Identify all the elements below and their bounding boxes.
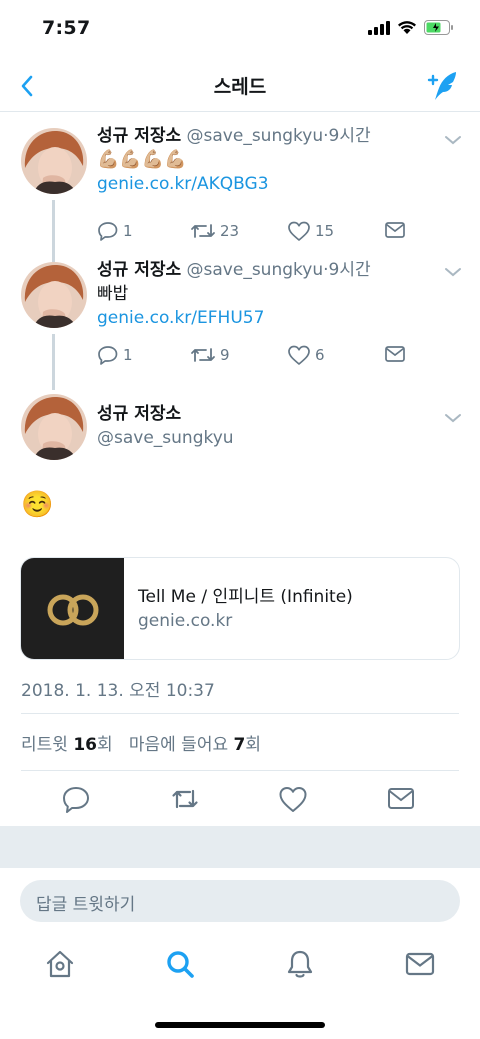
card-title: Tell Me / 인피니트 (Infinite): [138, 587, 353, 607]
reply-count: 1: [123, 222, 133, 240]
messages-icon[interactable]: [404, 948, 436, 980]
signal-icon: [368, 20, 390, 35]
card-thumbnail: [21, 558, 124, 659]
avatar[interactable]: [21, 262, 87, 328]
tweet-time: 9시간: [328, 126, 371, 146]
retweet-button[interactable]: 23: [190, 220, 239, 242]
reply-button[interactable]: 1: [97, 344, 133, 366]
tweet-text: 💪🏼💪🏼💪🏼💪🏼: [97, 149, 187, 170]
focused-tweet-actions: [0, 784, 480, 814]
retweet-icon: [191, 224, 215, 238]
tweet-stats: 리트윗 16회 마음에 들어요 7회: [21, 730, 261, 755]
caret-down-icon[interactable]: [444, 412, 462, 424]
wifi-icon: [398, 21, 416, 34]
like-button[interactable]: 15: [287, 220, 334, 242]
focused-tweet: 성규 저장소 @save_sungkyu: [0, 390, 480, 480]
battery-icon: [424, 20, 453, 35]
infinite-logo-icon: [47, 594, 99, 626]
page-title: 스레드: [213, 76, 267, 98]
like-icon: [288, 345, 310, 365]
retweet-stat-unit: 회: [97, 735, 113, 755]
compose-icon[interactable]: [426, 68, 462, 104]
reply-count: 1: [123, 346, 133, 364]
status-icons: [368, 20, 454, 35]
search-icon[interactable]: [164, 948, 196, 980]
tweet-text: ☺️: [21, 490, 54, 520]
thread-connector: [52, 334, 55, 390]
dm-button[interactable]: [384, 344, 406, 364]
reply-placeholder: 답글 트윗하기: [36, 895, 136, 915]
author-handle[interactable]: @save_sungkyu: [187, 260, 324, 280]
home-indicator[interactable]: [155, 1022, 325, 1028]
caret-down-icon[interactable]: [444, 266, 462, 278]
divider: [21, 770, 459, 771]
retweet-stat-label: 리트윗: [21, 735, 74, 755]
status-bar: 7:57: [0, 0, 480, 60]
avatar[interactable]: [21, 394, 87, 460]
thread-connector: [52, 252, 55, 262]
notifications-icon[interactable]: [284, 948, 316, 980]
like-stat-unit: 회: [245, 735, 261, 755]
tweet-1[interactable]: 성규 저장소 @save_sungkyu·9시간 💪🏼💪🏼💪🏼💪🏼 genie.…: [0, 112, 480, 252]
like-icon[interactable]: [278, 784, 308, 814]
retweet-button[interactable]: 9: [190, 344, 230, 366]
author-handle[interactable]: @save_sungkyu: [97, 428, 234, 448]
like-icon: [288, 221, 310, 241]
navigation-bar: 스레드: [0, 60, 480, 112]
thread-connector: [52, 200, 55, 252]
dm-icon: [385, 346, 405, 362]
link-card[interactable]: Tell Me / 인피니트 (Infinite) genie.co.kr: [20, 557, 460, 660]
retweet-icon[interactable]: [170, 784, 200, 814]
home-icon[interactable]: [44, 948, 76, 980]
tweet-2[interactable]: 성규 저장소 @save_sungkyu·9시간 빠밥 genie.co.kr/…: [0, 252, 480, 390]
like-stat-label: 마음에 들어요: [128, 735, 234, 755]
reply-input[interactable]: 답글 트윗하기: [20, 880, 460, 922]
like-button[interactable]: 6: [287, 344, 325, 366]
dm-icon: [385, 222, 405, 238]
tab-bar: [0, 940, 480, 990]
tweet-link[interactable]: genie.co.kr/AKQBG3: [97, 172, 440, 196]
reply-button[interactable]: 1: [97, 220, 133, 242]
reply-icon: [98, 222, 118, 241]
like-stat[interactable]: 마음에 들어요 7회: [129, 735, 261, 755]
dm-button[interactable]: [384, 220, 406, 240]
retweet-stat-count: 16: [73, 735, 97, 755]
retweet-icon: [191, 348, 215, 362]
author-handle[interactable]: @save_sungkyu: [187, 126, 324, 146]
dm-icon[interactable]: [386, 784, 416, 814]
like-count: 6: [315, 346, 325, 364]
retweet-stat[interactable]: 리트윗 16회: [21, 735, 113, 755]
author-name[interactable]: 성규 저장소: [97, 126, 181, 146]
card-domain: genie.co.kr: [138, 611, 233, 631]
tweet-actions: 1 23 15: [97, 220, 417, 244]
tweet-text: 빠밥: [97, 284, 129, 304]
like-count: 15: [315, 222, 335, 240]
tweet-actions: 1 9 6: [97, 344, 417, 368]
caret-down-icon[interactable]: [444, 134, 462, 146]
tweet-link[interactable]: genie.co.kr/EFHU57: [97, 306, 440, 330]
author-name[interactable]: 성규 저장소: [97, 260, 181, 280]
retweet-count: 9: [220, 346, 230, 364]
like-stat-count: 7: [233, 735, 246, 755]
avatar[interactable]: [21, 128, 87, 194]
divider: [21, 713, 459, 714]
author-name[interactable]: 성규 저장소: [97, 404, 181, 424]
tweet-timestamp: 2018. 1. 13. 오전 10:37: [21, 681, 215, 701]
retweet-count: 23: [220, 222, 240, 240]
status-time: 7:57: [42, 17, 91, 39]
separator-band: [0, 826, 480, 868]
reply-icon[interactable]: [61, 784, 91, 814]
reply-icon: [98, 346, 118, 365]
tweet-time: 9시간: [328, 260, 371, 280]
